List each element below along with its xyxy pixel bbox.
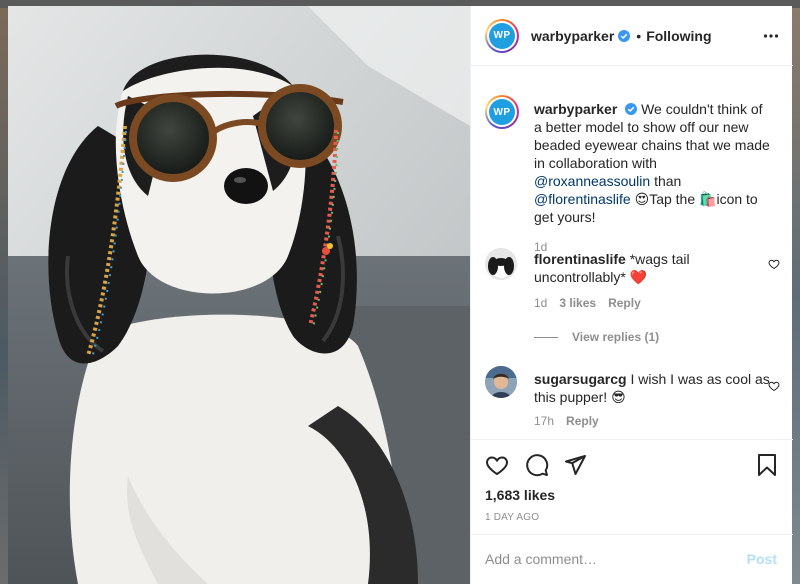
background-page-left: [0, 8, 8, 584]
caption-avatar[interactable]: WP: [485, 95, 519, 129]
reply-button[interactable]: Reply: [566, 414, 599, 428]
header-separator: •: [636, 27, 642, 44]
view-replies-line: [534, 337, 558, 339]
comment-text: sugarsugarcg I wish I was as cool as thi…: [534, 370, 774, 406]
avatar-initials: WP: [489, 22, 515, 49]
comment-meta: 17h Reply: [534, 414, 599, 428]
post-actions: 1,683 likes 1 DAY AGO: [471, 439, 793, 534]
header-username[interactable]: warbyparker: [531, 28, 614, 44]
post-header: WP warbyparker • Following: [471, 6, 793, 66]
dog-photo-illustration: [8, 6, 470, 584]
comment-time: 17h: [534, 414, 555, 428]
comment-username[interactable]: sugarsugarcg: [534, 371, 627, 387]
posted-time: 1 DAY AGO: [485, 512, 540, 523]
post-photo[interactable]: [8, 6, 470, 584]
post-detail-panel: WP warbyparker • Following WP warbyparke…: [470, 6, 793, 584]
sunglasses-emoji: 😎: [611, 389, 626, 405]
caption-body-2: than: [654, 173, 682, 189]
heart-eyes-emoji: 😍: [634, 191, 650, 207]
comment-meta: 1d 3 likes Reply: [534, 296, 641, 310]
shopping-bag-emoji: 🛍️: [699, 191, 717, 207]
comments-list[interactable]: WP warbyparker We couldn't think of a be…: [471, 67, 793, 439]
like-comment-heart-icon[interactable]: [768, 380, 780, 392]
mention-florentinaslife[interactable]: @florentinaslife: [534, 191, 631, 207]
comment-text: florentinaslife *wags tail uncontrollabl…: [534, 250, 774, 286]
post-comment-button[interactable]: Post: [747, 551, 777, 567]
comment-avatar[interactable]: [485, 366, 517, 398]
background-page-right: [792, 8, 800, 584]
heart-icon[interactable]: [485, 453, 509, 477]
add-comment-bar: Post: [471, 534, 793, 584]
caption-body-3: Tap the: [649, 191, 696, 207]
comment-likes[interactable]: 3 likes: [559, 296, 596, 310]
comment-icon[interactable]: [525, 453, 549, 477]
red-heart-emoji: ❤️: [629, 269, 648, 285]
more-horizontal-icon[interactable]: [763, 28, 779, 44]
reply-button[interactable]: Reply: [608, 296, 641, 310]
caption-avatar-initials: WP: [489, 99, 515, 125]
comment-time: 1d: [534, 296, 548, 310]
caption-text: warbyparker We couldn't think of a bette…: [534, 100, 774, 226]
user-avatar-icon: [485, 366, 517, 398]
like-comment-heart-icon[interactable]: [768, 258, 780, 270]
view-replies[interactable]: View replies (1): [534, 330, 659, 344]
following-button[interactable]: Following: [646, 28, 711, 44]
bookmark-icon[interactable]: [755, 453, 779, 477]
comment-username[interactable]: florentinaslife: [534, 251, 626, 267]
share-icon[interactable]: [563, 453, 587, 477]
mention-roxanneassoulin[interactable]: @roxanneassoulin: [534, 173, 650, 189]
caption-username[interactable]: warbyparker: [534, 101, 617, 117]
comment-avatar[interactable]: [485, 248, 517, 280]
likes-count[interactable]: 1,683 likes: [485, 487, 555, 503]
caption-verified-badge-icon: [625, 103, 638, 115]
view-replies-label[interactable]: View replies (1): [572, 330, 659, 344]
verified-badge-icon: [618, 29, 631, 42]
dog-avatar-icon: [485, 248, 517, 280]
header-avatar[interactable]: WP: [485, 18, 519, 53]
add-comment-input[interactable]: [485, 549, 725, 569]
